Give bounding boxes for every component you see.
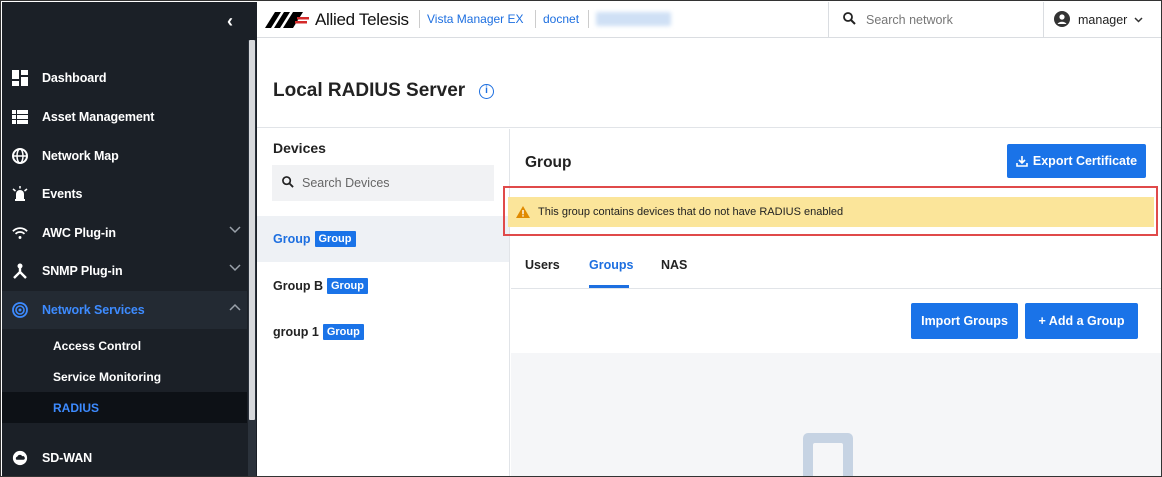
collapse-sidebar-icon[interactable]: ‹	[220, 11, 240, 31]
sidebar-item-label: AWC Plug-in	[42, 226, 116, 240]
sidebar: ‹ Dashboard Asset Management Network Map	[2, 2, 257, 476]
sidebar-item-dashboard[interactable]: Dashboard	[2, 59, 247, 97]
export-certificate-button[interactable]: Export Certificate	[1007, 144, 1146, 178]
network-icon	[12, 263, 28, 279]
export-certificate-label: Export Certificate	[1032, 154, 1138, 168]
tab-groups[interactable]: Groups	[589, 258, 633, 288]
allied-telesis-mark-icon	[265, 12, 309, 28]
user-avatar-icon	[1054, 10, 1070, 30]
sidebar-item-events[interactable]: Events	[2, 175, 247, 213]
info-icon[interactable]: i	[479, 84, 494, 99]
search-network-box[interactable]	[828, 2, 1044, 38]
group-badge: Group	[327, 278, 368, 294]
search-icon	[282, 175, 294, 191]
page-title-bar: Local RADIUS Server i	[257, 38, 1161, 128]
sidebar-scrollbar[interactable]	[248, 40, 256, 476]
sidebar-item-network-map[interactable]: Network Map	[2, 137, 247, 175]
username: manager	[1078, 13, 1128, 27]
sidebar-subitem-access-control[interactable]: Access Control	[2, 330, 247, 361]
chevron-down-icon	[229, 263, 241, 275]
tab-nas[interactable]: NAS	[661, 258, 687, 288]
empty-state-icon	[803, 433, 853, 476]
download-icon	[1016, 155, 1028, 167]
sidebar-item-snmp-plugin[interactable]: SNMP Plug-in	[2, 252, 247, 290]
add-group-button[interactable]: + Add a Group	[1025, 303, 1138, 339]
wifi-icon	[12, 225, 28, 241]
devices-panel: Devices Group Group Group B Group group …	[257, 129, 510, 476]
highlight-annotation: This group contains devices that do not …	[503, 186, 1158, 236]
chevron-down-icon	[229, 225, 241, 237]
sidebar-item-awc-plugin[interactable]: AWC Plug-in	[2, 214, 247, 252]
device-row-group[interactable]: Group Group	[257, 216, 509, 262]
radar-icon	[12, 302, 28, 318]
sidebar-item-label: Dashboard	[42, 71, 107, 85]
tab-users[interactable]: Users	[525, 258, 560, 288]
sidebar-item-label: Network Map	[42, 149, 119, 163]
search-devices-box[interactable]	[272, 165, 494, 201]
alarm-icon	[12, 186, 28, 202]
sidebar-item-label: Network Services	[42, 303, 145, 317]
search-icon	[843, 12, 856, 28]
group-badge: Group	[314, 231, 356, 247]
sidebar-scrollbar-thumb[interactable]	[249, 40, 255, 420]
app-window: ‹ Dashboard Asset Management Network Map	[0, 0, 1162, 477]
devices-title: Devices	[273, 140, 326, 156]
import-groups-button[interactable]: Import Groups	[911, 303, 1018, 339]
device-name: group 1	[273, 325, 319, 339]
warning-banner: This group contains devices that do not …	[508, 197, 1154, 227]
sidebar-subitem-service-monitoring[interactable]: Service Monitoring	[2, 361, 247, 392]
sidebar-subitem-radius[interactable]: RADIUS	[2, 392, 247, 423]
groups-list-area	[511, 353, 1161, 476]
header-divider	[535, 10, 536, 28]
device-name: Group B	[273, 279, 323, 293]
dashboard-icon	[12, 70, 28, 86]
globe-icon	[12, 148, 28, 164]
sidebar-item-label: Events	[42, 187, 83, 201]
group-title: Group	[525, 154, 572, 171]
device-row-group-b[interactable]: Group B Group	[257, 263, 509, 309]
group-tabs: Users Groups NAS	[511, 249, 1161, 289]
header-divider	[588, 10, 589, 28]
sidebar-item-asset-management[interactable]: Asset Management	[2, 98, 247, 136]
list-icon	[12, 109, 28, 125]
device-name: Group	[273, 232, 311, 246]
group-badge: Group	[322, 324, 364, 340]
search-devices-input[interactable]	[302, 176, 482, 190]
site-link[interactable]: docnet	[543, 12, 579, 26]
sidebar-item-label: Asset Management	[42, 110, 155, 124]
sidebar-item-label: SD-WAN	[42, 451, 93, 465]
sidebar-item-sd-wan[interactable]: SD-WAN	[2, 439, 247, 476]
chevron-down-icon	[1134, 15, 1143, 26]
group-panel: Group Export Certificate This group cont…	[503, 129, 1161, 476]
sidebar-top: ‹	[2, 2, 257, 40]
redacted-address	[596, 12, 671, 26]
allied-telesis-logo[interactable]: Allied Telesis	[265, 10, 409, 29]
warning-message: This group contains devices that do not …	[538, 206, 844, 218]
warning-icon	[516, 206, 530, 218]
active-tab-indicator	[589, 285, 629, 288]
search-network-input[interactable]	[866, 13, 1036, 27]
product-link[interactable]: Vista Manager EX	[427, 12, 524, 26]
page-title: Local RADIUS Server	[273, 80, 466, 101]
chevron-up-icon	[229, 302, 241, 314]
sidebar-item-label: SNMP Plug-in	[42, 264, 123, 278]
top-header: Allied Telesis Vista Manager EX docnet m…	[257, 2, 1161, 38]
user-menu[interactable]: manager	[1054, 2, 1161, 38]
header-divider	[419, 10, 420, 28]
device-row-group-1[interactable]: group 1 Group	[257, 309, 509, 355]
cloud-icon	[12, 450, 28, 466]
brand-name: Allied Telesis	[315, 10, 409, 29]
sidebar-item-network-services[interactable]: Network Services	[2, 291, 247, 329]
